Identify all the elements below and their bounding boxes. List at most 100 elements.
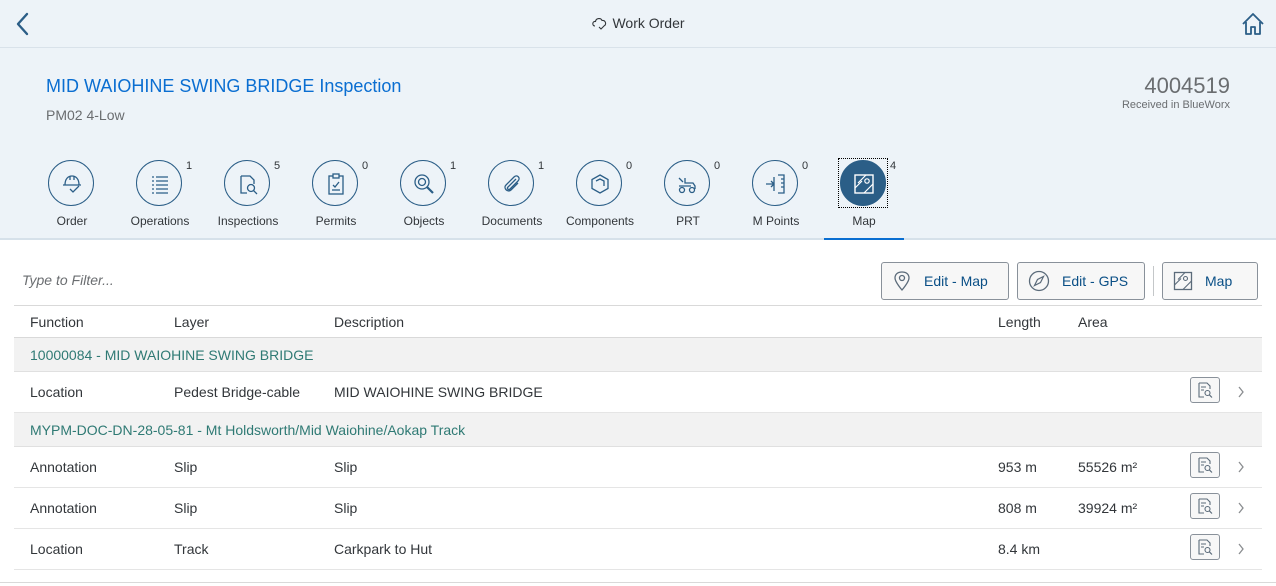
cell-area: 55526 m²: [1078, 459, 1138, 475]
column-header-layer[interactable]: Layer: [174, 314, 209, 330]
tab-order[interactable]: Order: [28, 160, 116, 240]
document-search-icon: [1198, 539, 1213, 555]
map-button-label: Map: [1205, 273, 1233, 289]
tab-documents-label: Documents: [481, 214, 543, 228]
chevron-right-icon[interactable]: [1236, 541, 1246, 557]
tab-prt-count: 0: [714, 160, 721, 172]
edit-gps-button[interactable]: Edit - GPS: [1017, 262, 1145, 300]
measuring-point-icon: [766, 174, 785, 194]
clipboard-check-icon: [328, 173, 344, 195]
tab-permits-circle: [312, 160, 358, 206]
home-button[interactable]: [1240, 11, 1266, 37]
column-header-function[interactable]: Function: [30, 314, 84, 330]
show-on-map-button[interactable]: [1190, 534, 1220, 560]
cell-description: Slip: [334, 500, 358, 516]
tab-m-points-label: M Points: [752, 214, 800, 228]
tab-objects-label: Objects: [403, 214, 445, 228]
chevron-right-icon[interactable]: [1236, 384, 1246, 400]
tab-order-circle: [48, 160, 94, 206]
tab-objects-circle: [400, 160, 446, 206]
tab-inspections-circle: [224, 160, 270, 206]
tab-components-circle: [576, 160, 622, 206]
work-order-number: 4004519: [1144, 73, 1230, 98]
table-row[interactable]: Annotation Slip Slip 808 m 39924 m²: [14, 488, 1262, 529]
tractor-icon: [678, 177, 696, 194]
map-icon: [854, 174, 874, 194]
cloud-check-icon: [591, 17, 609, 34]
column-header-description[interactable]: Description: [334, 314, 404, 330]
group-title: MYPM-DOC-DN-28-05-81 - Mt Holdsworth/Mid…: [30, 422, 466, 438]
object-search-icon: [414, 174, 434, 194]
object-header: MID WAIOHINE SWING BRIDGE Inspection PM0…: [0, 48, 1276, 240]
table-row[interactable]: Annotation Slip Slip 953 m 55526 m²: [14, 447, 1262, 488]
tab-m-points[interactable]: 0 M Points: [732, 160, 820, 240]
chevron-right-icon[interactable]: [1236, 459, 1246, 475]
chevron-right-icon[interactable]: [1236, 500, 1246, 516]
toolbar-separator: [1153, 266, 1154, 296]
show-on-map-button[interactable]: [1190, 377, 1220, 403]
tab-operations-circle: [136, 160, 182, 206]
tab-operations-label: Operations: [130, 214, 190, 228]
table-toolbar: Edit - Map Edit - GPS Map: [0, 258, 1276, 306]
tab-permits-label: Permits: [315, 214, 357, 228]
map-button[interactable]: Map: [1162, 262, 1258, 300]
tab-inspections-count: 5: [274, 160, 281, 172]
location-pin-icon: [894, 271, 910, 291]
cell-description: Slip: [334, 459, 358, 475]
cell-length: 8.4 km: [998, 541, 1041, 557]
tab-map-count: 4: [890, 160, 897, 172]
compass-icon: [1028, 270, 1050, 292]
tab-documents[interactable]: 1 Documents: [468, 160, 556, 240]
cell-layer: Slip: [174, 459, 198, 475]
cell-length: 953 m: [998, 459, 1037, 475]
cube-icon: [591, 174, 609, 194]
edit-gps-label: Edit - GPS: [1062, 273, 1129, 289]
cell-function: Annotation: [30, 500, 97, 516]
tab-permits[interactable]: 0 Permits: [292, 160, 380, 240]
tab-map[interactable]: 4 Map: [820, 158, 908, 240]
show-on-map-button[interactable]: [1190, 452, 1220, 478]
tab-map-label: Map: [852, 214, 876, 228]
filter-input[interactable]: [14, 264, 450, 296]
document-search-icon: [240, 175, 258, 195]
tab-objects-count: 1: [450, 160, 457, 172]
table-row[interactable]: Location Pedest Bridge-cable MID WAIOHIN…: [14, 372, 1262, 413]
tab-inspections-label: Inspections: [217, 214, 279, 228]
tab-operations[interactable]: 1 Operations: [116, 160, 204, 240]
hardhat-check-icon: [63, 175, 81, 193]
tab-prt[interactable]: 0 PRT: [644, 160, 732, 240]
tab-components-count: 0: [626, 160, 633, 172]
table-header: Function Layer Description Length Area: [14, 305, 1262, 338]
show-on-map-button[interactable]: [1190, 493, 1220, 519]
tab-documents-circle: [488, 160, 534, 206]
tab-operations-count: 1: [186, 160, 193, 172]
work-order-status: Received in BlueWorx: [1121, 99, 1230, 111]
edit-map-button[interactable]: Edit - Map: [881, 262, 1009, 300]
tab-map-circle: [838, 158, 888, 208]
home-icon: [1242, 13, 1264, 35]
document-search-icon: [1198, 457, 1213, 473]
column-header-area[interactable]: Area: [1078, 314, 1108, 330]
tab-inspections[interactable]: 5 Inspections: [204, 160, 292, 240]
column-header-length[interactable]: Length: [998, 314, 1041, 330]
cell-function: Location: [30, 541, 83, 557]
cell-description: MID WAIOHINE SWING BRIDGE: [334, 384, 543, 400]
group-header: 10000084 - MID WAIOHINE SWING BRIDGE: [14, 338, 1262, 372]
cell-layer: Slip: [174, 500, 198, 516]
document-search-icon: [1198, 498, 1213, 514]
tab-components[interactable]: 0 Components: [556, 160, 644, 240]
active-tab-indicator: [824, 238, 904, 240]
tab-m-points-circle: [752, 160, 798, 206]
cell-area: 39924 m²: [1078, 500, 1138, 516]
cell-length: 808 m: [998, 500, 1037, 516]
edit-map-label: Edit - Map: [924, 273, 988, 289]
document-search-icon: [1198, 382, 1213, 398]
map-icon: [1173, 271, 1193, 291]
tab-objects[interactable]: 1 Objects: [380, 160, 468, 240]
table-row[interactable]: Location Track Carkpark to Hut 8.4 km: [14, 529, 1262, 570]
group-header: MYPM-DOC-DN-28-05-81 - Mt Holdsworth/Mid…: [14, 413, 1262, 447]
tab-prt-label: PRT: [676, 214, 700, 228]
cell-layer: Track: [174, 541, 209, 557]
cell-function: Location: [30, 384, 83, 400]
cell-function: Annotation: [30, 459, 97, 475]
